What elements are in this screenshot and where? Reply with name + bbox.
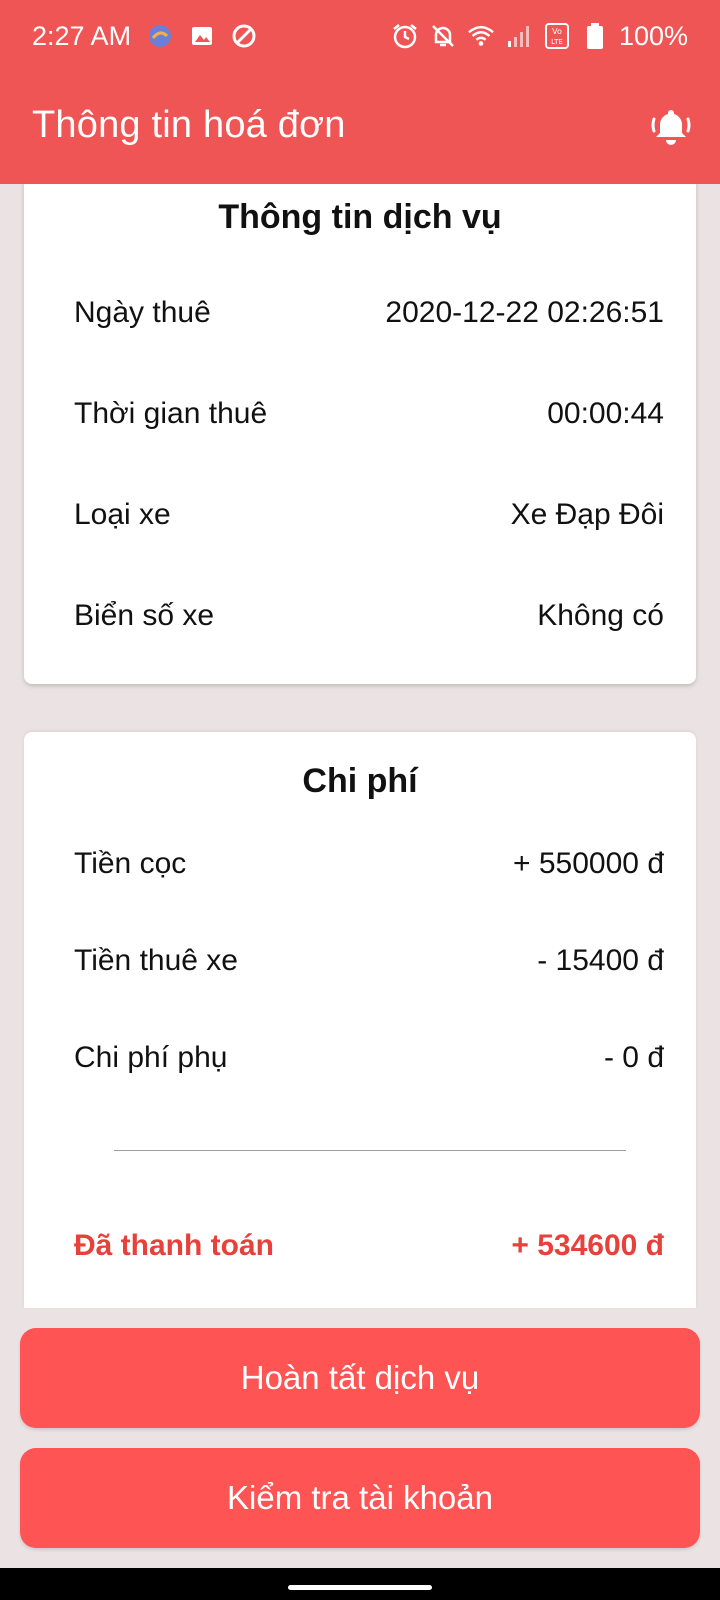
svg-text:LTE: LTE (551, 38, 563, 46)
license-plate-row: Biển số xe Không có (74, 599, 664, 633)
status-time: 2:27 AM (32, 20, 132, 51)
service-info-card: Thông tin dịch vụ Ngày thuê 2020-12-22 0… (24, 170, 696, 684)
row-value: 2020-12-22 02:26:51 (385, 296, 664, 329)
row-value: 00:00:44 (547, 397, 664, 430)
row-value: Không có (537, 599, 664, 632)
row-label: Ngày thuê (74, 296, 211, 329)
rental-fee-row: Tiền thuê xe - 15400 đ (74, 944, 664, 978)
total-value: + 534600 đ (511, 1229, 664, 1262)
check-account-button[interactable]: Kiểm tra tài khoản (20, 1448, 700, 1548)
row-value: + 550000 đ (513, 847, 664, 880)
image-icon (189, 23, 215, 49)
signal-icon (505, 22, 533, 50)
cost-card-title: Chi phí (302, 762, 418, 800)
vehicle-type-row: Loại xe Xe Đạp Đôi (74, 498, 664, 532)
divider (114, 1150, 626, 1151)
row-label: Biển số xe (74, 599, 215, 632)
row-label: Chi phí phụ (74, 1041, 228, 1074)
notifications-off-icon (429, 22, 457, 50)
bell-ringing-icon[interactable] (648, 104, 694, 150)
row-value: - 0 đ (603, 1041, 664, 1074)
deposit-row: Tiền cọc + 550000 đ (74, 847, 664, 881)
rental-date-row: Ngày thuê 2020-12-22 02:26:51 (74, 296, 664, 330)
home-gesture-handle[interactable] (288, 1585, 432, 1590)
page-title: Thông tin hoá đơn (32, 104, 346, 146)
row-label: Loại xe (74, 498, 171, 531)
row-value: - 15400 đ (537, 944, 664, 977)
system-navigation-bar (0, 1568, 720, 1600)
svg-text:Vo: Vo (552, 27, 562, 36)
status-bar: 2:27 AM Vo LTE 100% (0, 0, 720, 72)
app-header: 2:27 AM Vo LTE 100% Thông tin hoá đơn (0, 0, 720, 184)
row-value: Xe Đạp Đôi (510, 498, 664, 531)
battery-percent: 100% (618, 20, 688, 51)
service-card-title: Thông tin dịch vụ (218, 198, 502, 236)
rental-duration-row: Thời gian thuê 00:00:44 (74, 397, 664, 431)
cost-card: Chi phí Tiền cọc + 550000 đ Tiền thuê xe… (24, 732, 696, 1308)
total-label: Đã thanh toán (74, 1229, 274, 1262)
row-label: Tiền cọc (74, 847, 187, 880)
row-label: Tiền thuê xe (74, 944, 238, 977)
total-paid-row: Đã thanh toán + 534600 đ (74, 1229, 664, 1263)
row-label: Thời gian thuê (74, 397, 268, 430)
complete-service-button[interactable]: Hoàn tất dịch vụ (20, 1328, 700, 1428)
wifi-icon (467, 22, 495, 50)
app-notification-icon (147, 23, 173, 49)
data-saver-icon (231, 23, 257, 49)
extra-fee-row: Chi phí phụ - 0 đ (74, 1041, 664, 1075)
battery-icon (581, 22, 609, 50)
volte-icon: Vo LTE (543, 22, 571, 50)
alarm-icon (391, 22, 419, 50)
